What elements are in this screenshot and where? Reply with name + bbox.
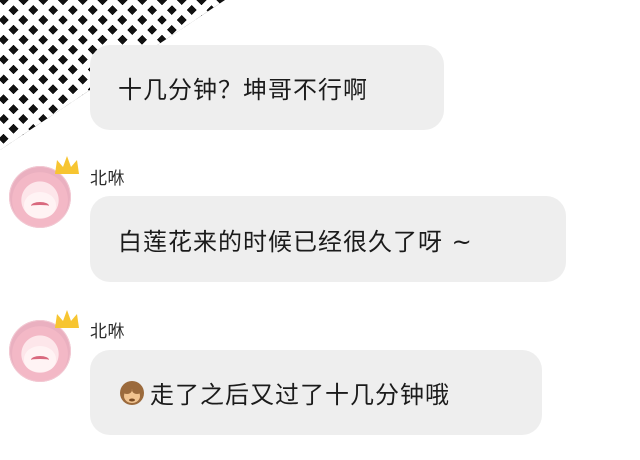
message-bubble-3[interactable]: 走了之后又过了十几分钟哦 bbox=[90, 350, 542, 435]
message-text-3: 走了之后又过了十几分钟哦 bbox=[150, 381, 450, 409]
pink-hair-anime-girl-avatar-icon[interactable] bbox=[9, 310, 79, 382]
sender-name-2: 北咻 bbox=[90, 169, 125, 189]
message-text-1: 十几分钟？坤哥不行啊 bbox=[118, 76, 368, 104]
message-bubble-1[interactable]: 十几分钟？坤哥不行啊 bbox=[90, 45, 444, 130]
sender-name-3: 北咻 bbox=[90, 322, 125, 342]
crown-icon bbox=[55, 310, 79, 328]
pink-hair-anime-girl-avatar-icon[interactable] bbox=[9, 156, 79, 228]
crown-icon bbox=[55, 156, 79, 174]
message-text-2: 白莲花来的时候已经很久了呀 ~ bbox=[118, 227, 473, 256]
message-bubble-2[interactable]: 白莲花来的时候已经很久了呀 ~ bbox=[90, 196, 566, 282]
see-no-evil-monkey-icon bbox=[120, 380, 144, 405]
